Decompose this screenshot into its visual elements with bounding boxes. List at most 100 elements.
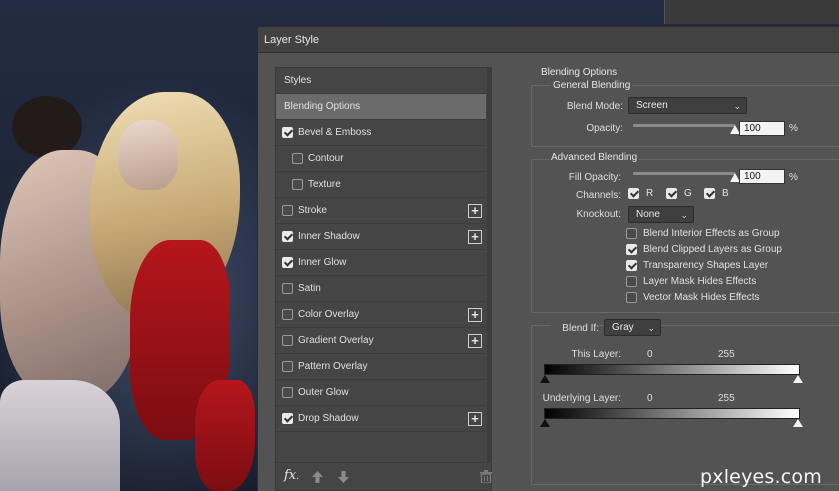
layer-mask-hides-effects-option[interactable]: Layer Mask Hides Effects (626, 276, 756, 287)
channel-checkbox[interactable] (628, 188, 639, 199)
vector-mask-hides-effects-option[interactable]: Vector Mask Hides Effects (626, 292, 760, 303)
style-item-label: Outer Glow (298, 387, 349, 398)
opacity-unit: % (789, 123, 798, 134)
style-item-stroke[interactable]: Stroke + (276, 198, 486, 224)
style-item-label: Gradient Overlay (298, 335, 374, 346)
style-item-checkbox[interactable] (282, 387, 293, 398)
plus-icon[interactable]: + (468, 334, 482, 348)
style-item-satin[interactable]: Satin (276, 276, 486, 302)
this-layer-label: This Layer: (571, 349, 621, 360)
style-item-checkbox[interactable] (282, 309, 293, 320)
fill-opacity-slider[interactable] (633, 172, 735, 175)
style-item-checkbox[interactable] (292, 153, 303, 164)
style-item-drop-shadow[interactable]: Drop Shadow + (276, 406, 486, 432)
channel-b-toggle[interactable]: B (704, 188, 729, 199)
knockout-select[interactable]: None ⌄ (628, 206, 694, 223)
style-item-pattern-overlay[interactable]: Pattern Overlay (276, 354, 486, 380)
style-item-blending-options[interactable]: Blending Options (276, 94, 486, 120)
channel-checkbox[interactable] (666, 188, 677, 199)
fill-opacity-unit: % (789, 172, 798, 183)
this-layer-black-slider[interactable] (540, 375, 550, 383)
underlying-high-value: 255 (718, 393, 735, 404)
chevron-down-icon: ⌄ (733, 101, 741, 111)
arrow-down-icon[interactable] (338, 471, 349, 483)
style-item-contour[interactable]: Contour (276, 146, 486, 172)
style-item-color-overlay[interactable]: Color Overlay + (276, 302, 486, 328)
fill-opacity-label: Fill Opacity: (568, 172, 621, 183)
blend-if-select[interactable]: Gray ⌄ (604, 319, 661, 336)
knockout-value: None (636, 209, 660, 220)
channel-label: R (646, 188, 654, 199)
style-item-inner-glow[interactable]: Inner Glow (276, 250, 486, 276)
fx-menu-indicator: . (296, 472, 300, 482)
channel-label: G (684, 188, 692, 199)
photo-red-dress-hem (195, 380, 255, 491)
option-label: Blend Clipped Layers as Group (643, 244, 782, 255)
styles-header-label: Styles (284, 75, 312, 86)
plus-icon[interactable]: + (468, 412, 482, 426)
option-checkbox[interactable] (626, 260, 637, 271)
chevron-down-icon: ⌄ (647, 323, 655, 333)
fx-button[interactable]: fx. (284, 468, 299, 483)
style-item-texture[interactable]: Texture (276, 172, 486, 198)
layer-style-dialog: Layer Style Styles Blending Options Bevel… (257, 26, 839, 491)
option-label: Vector Mask Hides Effects (643, 292, 760, 303)
blend-mode-value: Screen (636, 100, 668, 111)
option-checkbox[interactable] (626, 228, 637, 239)
fill-opacity-field[interactable]: 100 (739, 169, 785, 184)
style-item-inner-shadow[interactable]: Inner Shadow + (276, 224, 486, 250)
option-checkbox[interactable] (626, 244, 637, 255)
blend-mode-label: Blend Mode: (566, 101, 623, 112)
style-item-checkbox[interactable] (282, 257, 293, 268)
trash-icon[interactable] (480, 470, 492, 483)
this-layer-white-slider[interactable] (793, 375, 803, 383)
style-item-checkbox[interactable] (282, 335, 293, 346)
underlying-black-slider[interactable] (540, 419, 550, 427)
arrow-up-icon[interactable] (312, 471, 323, 483)
plus-icon[interactable]: + (468, 230, 482, 244)
opacity-label: Opacity: (586, 123, 623, 134)
plus-icon[interactable]: + (468, 204, 482, 218)
style-item-checkbox[interactable] (282, 231, 293, 242)
style-item-label: Inner Shadow (298, 231, 360, 242)
blend-interior-effects-as-group-option[interactable]: Blend Interior Effects as Group (626, 228, 780, 239)
style-item-gradient-overlay[interactable]: Gradient Overlay + (276, 328, 486, 354)
channel-checkbox[interactable] (704, 188, 715, 199)
underlying-layer-label: Underlying Layer: (542, 393, 621, 404)
style-item-checkbox[interactable] (282, 127, 293, 138)
blend-mode-select[interactable]: Screen ⌄ (628, 97, 747, 114)
option-checkbox[interactable] (626, 276, 637, 287)
channel-g-toggle[interactable]: G (666, 188, 692, 199)
style-item-label: Blending Options (284, 101, 361, 112)
style-item-checkbox[interactable] (282, 361, 293, 372)
opacity-field[interactable]: 100 (739, 121, 785, 136)
option-label: Layer Mask Hides Effects (643, 276, 757, 287)
style-item-checkbox[interactable] (282, 283, 293, 294)
underlying-layer-gradient (544, 408, 800, 419)
style-item-outer-glow[interactable]: Outer Glow (276, 380, 486, 406)
style-item-bevel-and-emboss[interactable]: Bevel & Emboss (276, 120, 486, 146)
style-item-label: Color Overlay (298, 309, 360, 320)
style-item-label: Drop Shadow (298, 413, 359, 424)
styles-header[interactable]: Styles (276, 68, 486, 94)
style-item-label: Bevel & Emboss (298, 127, 372, 138)
style-item-checkbox[interactable] (282, 205, 293, 216)
style-item-checkbox[interactable] (292, 179, 303, 190)
style-item-checkbox[interactable] (282, 413, 293, 424)
underlying-white-slider[interactable] (793, 419, 803, 427)
blend-if-value: Gray (612, 322, 634, 333)
transparency-shapes-layer-option[interactable]: Transparency Shapes Layer (626, 260, 768, 271)
this-layer-low-value: 0 (647, 349, 653, 360)
option-checkbox[interactable] (626, 292, 637, 303)
styles-scrollbar[interactable] (487, 68, 492, 462)
photo-dancer-legs (0, 380, 120, 491)
plus-icon[interactable]: + (468, 308, 482, 322)
style-item-label: Texture (308, 179, 341, 190)
blend-clipped-layers-as-group-option[interactable]: Blend Clipped Layers as Group (626, 244, 782, 255)
opacity-slider[interactable] (633, 124, 735, 127)
photo-dancer-face (118, 120, 178, 190)
styles-list: Styles Blending Options Bevel & Emboss Con… (275, 67, 492, 491)
photo-dancer-head (12, 96, 82, 158)
channels-label: Channels: (575, 190, 621, 201)
channel-r-toggle[interactable]: R (628, 188, 653, 199)
